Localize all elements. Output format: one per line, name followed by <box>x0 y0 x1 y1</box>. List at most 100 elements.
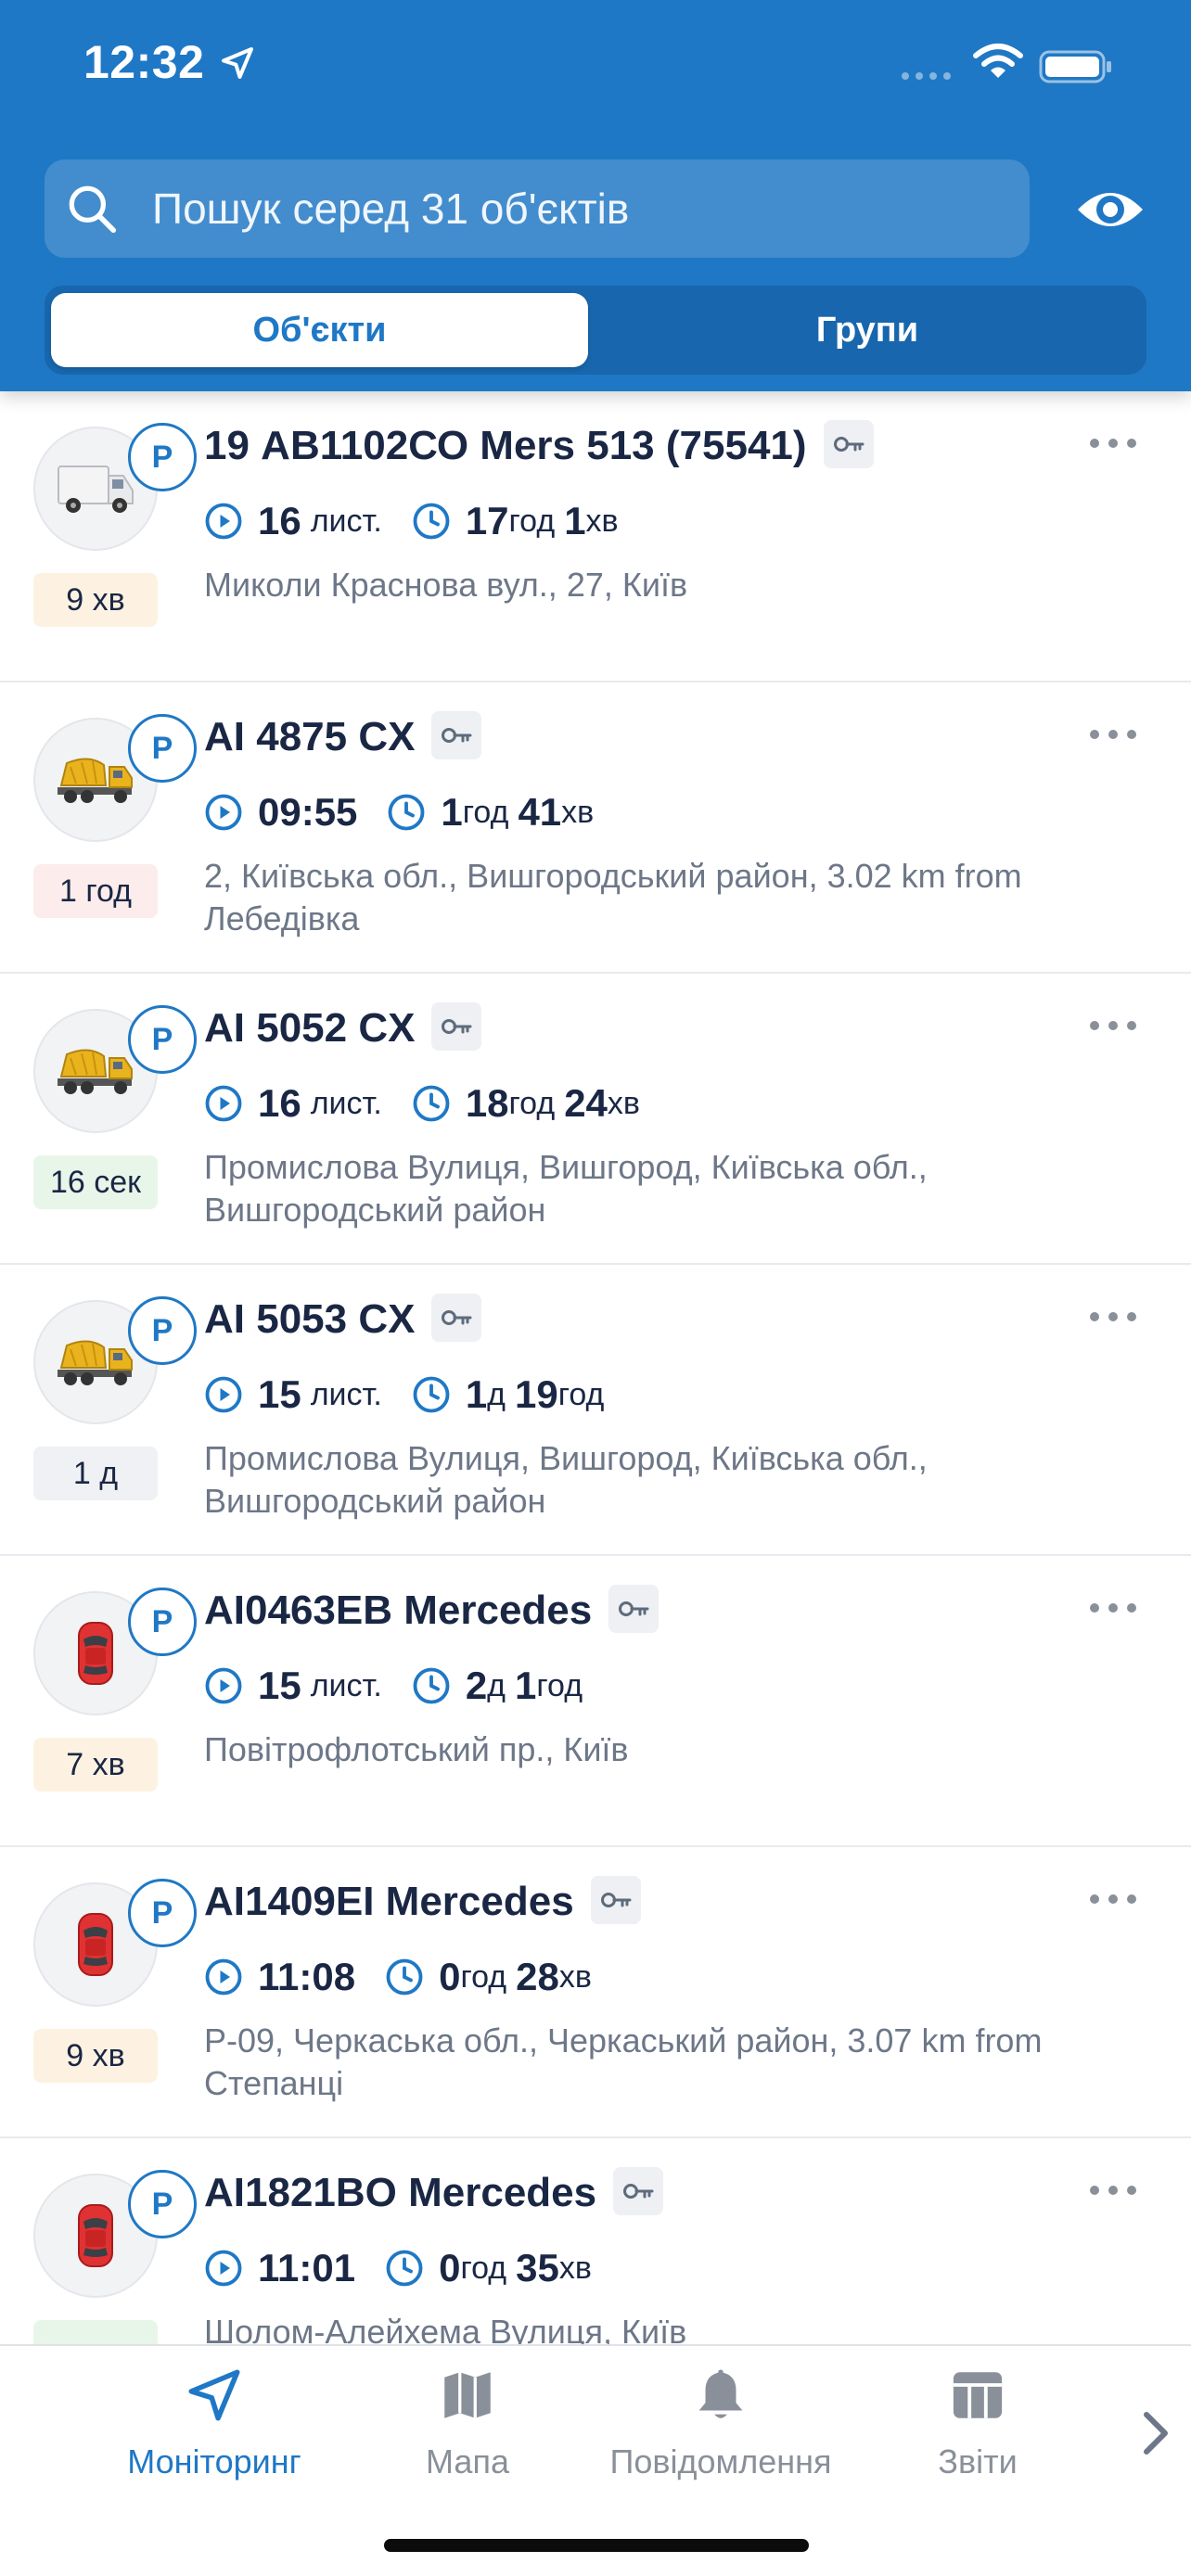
play-circle-icon <box>205 1376 242 1413</box>
status-badge: 9 хв <box>33 2029 158 2083</box>
parking-icon: P <box>128 1588 197 1656</box>
ignition-key-chip <box>431 1002 482 1052</box>
key-icon <box>623 2184 654 2200</box>
play-circle-icon <box>205 1667 242 1704</box>
object-address: Миколи Краснова вул., 27, Київ <box>204 566 688 604</box>
list-item[interactable]: P 7 хв AI0463EB Mercedes 15 лист. 2 д 1 год Повіт… <box>0 1556 1191 1847</box>
clock-icon <box>413 1667 450 1704</box>
more-options-icon[interactable] <box>1087 1600 1139 1615</box>
tab-label: Звіти <box>938 2442 1018 2480</box>
duration-value-2: 19 <box>515 1372 558 1416</box>
table-icon <box>953 2372 1003 2418</box>
last-message-time: 11:01 <box>258 2246 356 2289</box>
last-message-unit: лист. <box>310 1667 382 1703</box>
object-meta: 11:08 0 год 28 хв <box>204 1949 592 2005</box>
duration-unit-1: год <box>460 2250 507 2286</box>
clock-icon <box>388 794 425 831</box>
tab-label: Повідомлення <box>609 2442 832 2480</box>
duration-unit-1: год <box>460 1958 507 1995</box>
object-title: AI1409EI Mercedes <box>204 1876 641 1928</box>
status-badge: 9 хв <box>33 573 158 627</box>
duration-value-2: 24 <box>564 1081 608 1125</box>
tab-map[interactable]: Мапа <box>412 2365 523 2513</box>
last-message-time: 16 <box>258 499 301 542</box>
object-title: AI 5052 CX <box>204 1002 482 1054</box>
more-options-icon[interactable] <box>1087 727 1139 742</box>
search-input[interactable] <box>152 159 1005 258</box>
status-badge <box>33 2320 158 2344</box>
ignition-key-chip <box>613 2167 664 2216</box>
object-name: 19 АВ1102СО Mers 513 (75541) <box>204 423 807 468</box>
more-options-icon[interactable] <box>1087 2183 1139 2198</box>
search-bar[interactable] <box>45 159 1030 258</box>
tab-reports[interactable]: Звіти <box>926 2365 1030 2513</box>
object-title: AI1821BO Mercedes <box>204 2167 664 2219</box>
more-options-icon[interactable] <box>1087 436 1139 451</box>
duration-value-1: 17 <box>465 499 509 542</box>
duration-unit-1: д <box>487 1376 506 1412</box>
object-address: Шолом-Алейхема Вулиця, Київ <box>204 2313 687 2344</box>
tab-notifications[interactable]: Повідомлення <box>605 2365 837 2513</box>
list-item[interactable]: P 16 сек AI 5052 CX 16 лист. 18 год 24 хв Промисл… <box>0 974 1191 1265</box>
parking-icon: P <box>128 2170 197 2238</box>
last-message-time: 11:08 <box>258 1955 356 1998</box>
chevron-right-icon[interactable] <box>1139 2407 1172 2459</box>
battery-icon <box>1039 50 1111 83</box>
duration-value-2: 35 <box>516 2246 559 2289</box>
object-list[interactable]: P9 хв 19 АВ1102СО Mers 513 (75541) 16 лист.… <box>0 391 1191 2344</box>
more-options-icon[interactable] <box>1087 1018 1139 1033</box>
tab-label: Моніторинг <box>127 2442 301 2480</box>
status-badge: 16 сек <box>33 1155 158 1209</box>
play-circle-icon <box>205 2250 242 2287</box>
list-item[interactable]: P 1 д AI 5053 CX 15 лист. 1 д 19 год Промислова В… <box>0 1265 1191 1556</box>
navigation-arrow-icon <box>188 2369 240 2421</box>
duration-unit-2: хв <box>558 1958 592 1995</box>
object-meta: 15 лист. 1 д 19 год <box>204 1367 604 1422</box>
play-circle-icon <box>205 503 242 540</box>
key-icon <box>442 1019 472 1035</box>
object-name: AI 5052 CX <box>204 1005 416 1051</box>
object-address: Р-09, Черкаська обл., Черкаський район, … <box>204 2021 1043 2102</box>
key-icon <box>600 1893 632 1908</box>
more-options-icon[interactable] <box>1087 1892 1139 1906</box>
duration-unit-2: год <box>536 1667 583 1703</box>
list-item[interactable]: P 9 хв AI1409EI Mercedes 11:08 0 год 28 хв Р-09,… <box>0 1847 1191 2138</box>
duration-value-1: 0 <box>439 1955 461 1998</box>
tab-monitoring[interactable]: Моніторинг <box>113 2365 315 2513</box>
status-badge: 1 год <box>33 864 158 918</box>
object-title: AI0463EB Mercedes <box>204 1585 660 1637</box>
key-icon <box>442 1310 472 1326</box>
duration-unit-2: хв <box>558 2250 592 2286</box>
duration-unit-2: хв <box>607 1085 640 1121</box>
last-message-unit: лист. <box>310 503 382 539</box>
object-meta: 15 лист. 2 д 1 год <box>204 1658 583 1714</box>
duration-unit-1: год <box>462 794 509 830</box>
list-item[interactable]: P 1 год AI 4875 CX 09:55 1 год 41 хв 2, Київська… <box>0 682 1191 974</box>
list-item[interactable]: P AI1821BO Mercedes 11:01 0 год 35 хв Шолом-Але… <box>0 2138 1191 2344</box>
tab-objects[interactable]: Об'єкти <box>51 293 588 367</box>
tab-groups[interactable]: Групи <box>596 293 1139 367</box>
status-time: 12:32 <box>83 36 205 88</box>
object-name: AI 5053 CX <box>204 1296 416 1342</box>
map-icon <box>444 2372 491 2418</box>
object-meta: 11:01 0 год 35 хв <box>204 2240 592 2296</box>
more-options-icon[interactable] <box>1087 1309 1139 1324</box>
play-circle-icon <box>205 1958 242 1996</box>
duration-unit-2: хв <box>585 503 619 539</box>
object-title: AI 5053 CX <box>204 1294 482 1345</box>
duration-value-2: 1 <box>515 1664 537 1707</box>
eye-icon[interactable] <box>1074 176 1146 243</box>
header: 12:32 Об'єкти <box>0 0 1191 391</box>
ignition-key-chip <box>431 1294 482 1343</box>
duration-unit-1: д <box>487 1667 506 1703</box>
list-item[interactable]: P 9 хв 19 АВ1102СО Mers 513 (75541) 16 лист.… <box>0 391 1191 682</box>
ignition-key-chip <box>431 711 482 760</box>
duration-value-1: 1 <box>441 790 463 834</box>
clock-icon <box>413 503 450 540</box>
segmented-control: Об'єкти Групи <box>45 286 1146 375</box>
object-meta: 16 лист. 18 год 24 хв <box>204 1076 640 1131</box>
object-address: Промислова Вулиця, Вишгород, Київська об… <box>204 1439 928 1520</box>
parking-icon: P <box>128 1005 197 1074</box>
duration-value-1: 2 <box>465 1664 488 1707</box>
object-address: Промислова Вулиця, Вишгород, Київська об… <box>204 1148 928 1229</box>
